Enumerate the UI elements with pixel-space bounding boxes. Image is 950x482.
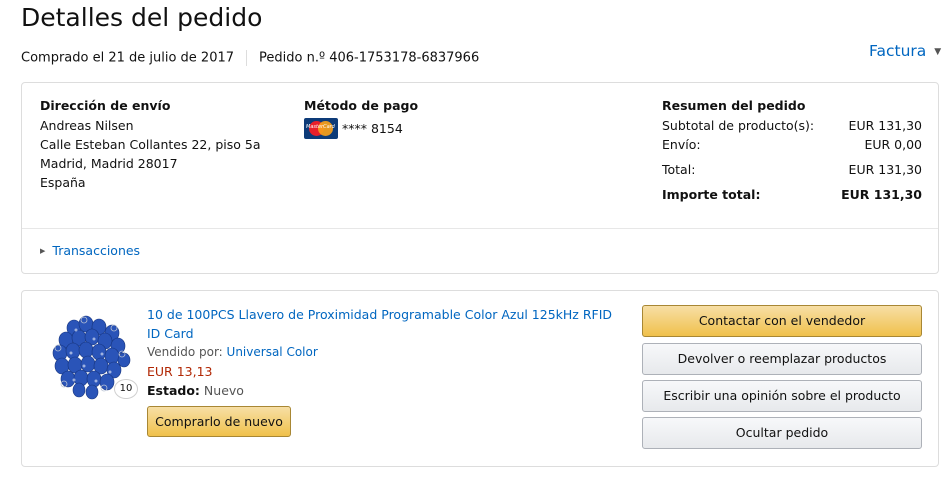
caret-right-icon: ▶	[40, 247, 46, 255]
summary-row-shipping: Envío: EUR 0,00	[662, 135, 922, 154]
summary-row-subtotal: Subtotal de producto(s): EUR 131,30	[662, 116, 922, 135]
mastercard-logo-text: MasterCard	[306, 124, 335, 130]
card-number: **** 8154	[342, 121, 403, 136]
summary-label: Total:	[662, 162, 696, 177]
transactions-label: Transacciones	[52, 243, 141, 258]
shipping-line: España	[40, 175, 86, 190]
hide-order-button[interactable]: Ocultar pedido	[642, 417, 922, 449]
shipping-line: Andreas Nilsen	[40, 118, 134, 133]
payment-method-section: Método de pago MasterCard **** 8154	[304, 98, 418, 139]
quantity-badge: 10	[114, 379, 138, 399]
product-title-link[interactable]: 10 de 100PCS Llavero de Proximidad Progr…	[147, 305, 617, 343]
shipping-heading: Dirección de envío	[40, 98, 171, 113]
sold-by-label: Vendido por:	[147, 345, 223, 359]
shipping-line: Calle Esteban Collantes 22, piso 5a	[40, 137, 261, 152]
item-condition: Estado: Nuevo	[147, 383, 244, 398]
shipping-address-section: Dirección de envío Andreas Nilsen Calle …	[40, 98, 260, 192]
page-title: Detalles del pedido	[21, 3, 263, 32]
caret-down-icon: ▼	[934, 47, 942, 57]
contact-seller-button[interactable]: Contactar con el vendedor	[642, 305, 922, 337]
summary-heading: Resumen del pedido	[662, 98, 806, 113]
condition-label: Estado:	[147, 383, 200, 398]
item-price: EUR 13,13	[147, 364, 213, 379]
mastercard-icon: MasterCard	[304, 118, 338, 139]
summary-value: EUR 131,30	[848, 162, 922, 177]
order-summary-box: Dirección de envío Andreas Nilsen Calle …	[21, 82, 939, 274]
meta-divider	[246, 50, 248, 66]
condition-value: Nuevo	[203, 383, 244, 398]
transactions-toggle[interactable]: ▶ Transacciones	[40, 243, 140, 258]
order-number: Pedido n.º 406-1753178-6837966	[259, 50, 480, 66]
summary-label: Importe total:	[662, 187, 761, 202]
summary-row-total: Total: EUR 131,30	[662, 160, 922, 179]
seller-link[interactable]: Universal Color	[227, 345, 318, 359]
summary-value: EUR 131,30	[841, 187, 922, 202]
write-review-button[interactable]: Escribir una opinión sobre el producto	[642, 380, 922, 412]
order-totals-section: Resumen del pedido Subtotal de producto(…	[662, 98, 922, 204]
summary-label: Subtotal de producto(s):	[662, 118, 815, 133]
payment-heading: Método de pago	[304, 98, 419, 113]
section-divider	[22, 228, 938, 229]
buy-again-button[interactable]: Comprarlo de nuevo	[147, 406, 291, 437]
summary-label: Envío:	[662, 137, 701, 152]
shipping-line: Madrid, Madrid 28017	[40, 156, 178, 171]
order-meta: Comprado el 21 de julio de 2017 Pedido n.…	[21, 50, 479, 66]
return-replace-button[interactable]: Devolver o reemplazar productos	[642, 343, 922, 375]
summary-row-grand-total: Importe total: EUR 131,30	[662, 185, 922, 204]
summary-value: EUR 0,00	[864, 137, 922, 152]
summary-value: EUR 131,30	[848, 118, 922, 133]
sold-by: Vendido por: Universal Color	[147, 345, 318, 359]
purchase-date: Comprado el 21 de julio de 2017	[21, 50, 235, 66]
invoice-dropdown[interactable]: Factura ▼	[869, 42, 941, 60]
invoice-label: Factura	[869, 42, 927, 60]
shipment-box: 10 10 de 100PCS Llavero de Proximidad Pr…	[21, 290, 939, 467]
